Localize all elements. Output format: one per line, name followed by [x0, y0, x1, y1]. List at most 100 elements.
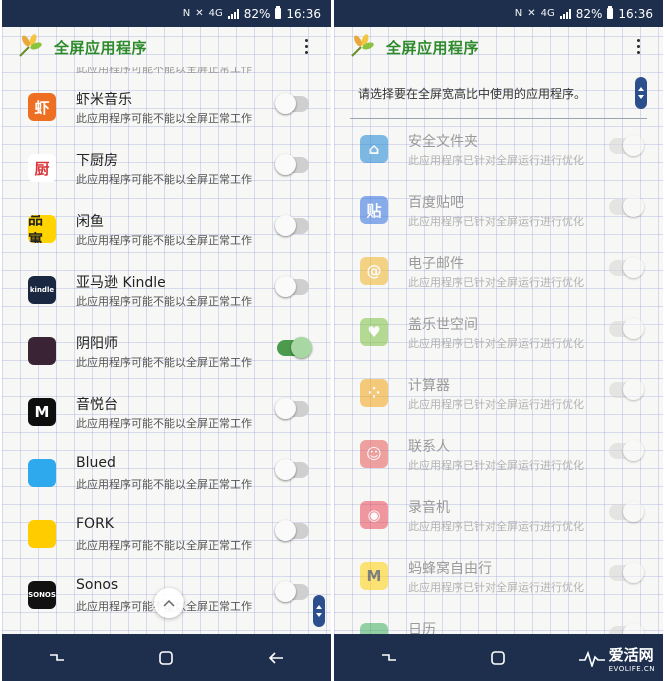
app-name: 虾米音乐 [76, 92, 132, 108]
fullscreen-toggle[interactable] [275, 215, 309, 236]
list-item[interactable]: 阴阳师此应用程序可能不能以全屏正常工作 [2, 321, 331, 382]
yinyuetai-icon: M [28, 398, 56, 426]
network-type: 4G [208, 8, 223, 19]
fork-icon [28, 520, 56, 548]
toggle-knob [275, 276, 296, 297]
battery-icon [275, 6, 282, 19]
fullscreen-toggle[interactable] [275, 154, 309, 175]
nfc-icon: N [514, 8, 523, 19]
app-status-text: 此应用程序已针对全屏运行进行优化 [408, 154, 584, 167]
more-options-icon[interactable] [637, 39, 641, 54]
left-screen: N ✕ 4G 82% 16:36 全屏应用程序 此应用程序可能不能以全屏正常工作… [2, 0, 331, 681]
toggle-knob [623, 501, 644, 522]
list-item[interactable]: 贴 百度贴吧此应用程序已针对全屏运行进行优化 [334, 180, 663, 241]
more-options-icon[interactable] [305, 39, 309, 54]
app-name: 联系人 [408, 439, 450, 455]
list-item[interactable]: Blued 此应用程序可能不能以全屏正常工作 [2, 443, 331, 504]
page-title: 全屏应用程序 [386, 38, 480, 57]
nfc-icon: N [182, 8, 191, 19]
toggle-knob [623, 257, 644, 278]
list-item[interactable]: ⁘ 计算器 此应用程序已针对全屏运行进行优化 [334, 363, 663, 424]
home-button[interactable] [151, 643, 181, 673]
toggle-knob [275, 93, 296, 114]
app-name: Blued [76, 455, 116, 471]
fullscreen-toggle[interactable] [275, 581, 309, 602]
xianyu-icon: 品寓 [28, 215, 56, 243]
fullscreen-toggle[interactable] [275, 520, 309, 541]
app-logo-icon [351, 34, 374, 57]
list-item[interactable]: M 音悦台 此应用程序可能不能以全屏正常工作 [2, 382, 331, 443]
list-item[interactable]: FORK 此应用程序可能不能以全屏正常工作 [2, 504, 331, 565]
list-item[interactable]: @ 电子邮件 此应用程序已针对全屏运行进行优化 [334, 241, 663, 302]
page-title: 全屏应用程序 [54, 38, 148, 57]
recent-apps-icon [49, 653, 64, 661]
battery-percent: 82% [575, 6, 603, 21]
mute-icon: ✕ [195, 8, 204, 19]
list-item[interactable]: 厨 下厨房 此应用程序可能不能以全屏正常工作 [2, 138, 331, 199]
app-status-text: 此应用程序可能不能以全屏正常工作 [76, 539, 252, 552]
list-item[interactable]: ◉ 录音机 此应用程序已针对全屏运行进行优化 [334, 485, 663, 546]
toggle-knob [623, 562, 644, 583]
home-button[interactable] [483, 643, 513, 673]
voice-recorder-icon: ◉ [360, 501, 388, 529]
toggle-knob [275, 154, 296, 175]
list-item[interactable]: ♥ 盖乐世空间 此应用程序已针对全屏运行进行优化 [334, 302, 663, 363]
fullscreen-toggle[interactable] [277, 337, 312, 358]
app-status-text: 此应用程序可能不能以全屏正常工作 [76, 478, 252, 491]
list-item[interactable]: 品寓 闲鱼 此应用程序可能不能以全屏正常工作 [2, 199, 331, 260]
fullscreen-toggle[interactable] [275, 276, 309, 297]
app-name: 闲鱼 [76, 214, 104, 230]
app-name: 阴阳师 [76, 336, 118, 352]
list-item[interactable]: ☺ 联系人 此应用程序已针对全屏运行进行优化 [334, 424, 663, 485]
app-logo-icon [19, 34, 42, 57]
app-status-text: 此应用程序可能不能以全屏正常工作 [76, 356, 252, 369]
app-name: 盖乐世空间 [408, 317, 478, 333]
list-item[interactable]: kindle 亚马逊 Kindle 此应用程序可能不能以全屏正常工作 [2, 260, 331, 321]
fullscreen-toggle [609, 440, 644, 461]
fullscreen-toggle[interactable] [275, 93, 309, 114]
home-icon [159, 650, 174, 665]
app-name: 亚马逊 Kindle [76, 275, 166, 291]
status-bar: N ✕ 4G 82% 16:36 [334, 0, 663, 27]
secure-folder-icon: ⌂ [360, 135, 388, 163]
clock: 16:36 [618, 6, 653, 21]
yinyangshi-icon [28, 337, 56, 365]
app-status-text: 此应用程序已针对全屏运行进行优化 [408, 215, 584, 228]
home-icon [491, 650, 506, 665]
fullscreen-toggle[interactable] [275, 459, 309, 480]
scroll-to-top-button[interactable] [154, 588, 184, 618]
calculator-icon: ⁘ [360, 379, 388, 407]
scroll-handle[interactable] [313, 595, 325, 627]
battery-percent: 82% [243, 6, 271, 21]
app-bar: 全屏应用程序 [334, 27, 663, 67]
list-item[interactable]: ⌂ 安全文件夹 此应用程序已针对全屏运行进行优化 [334, 119, 663, 180]
galaxy-space-icon: ♥ [360, 318, 388, 346]
app-status-text: 此应用程序已针对全屏运行进行优化 [408, 581, 584, 594]
toggle-knob [623, 318, 644, 339]
app-status-text: 此应用程序可能不能以全屏正常工作 [76, 417, 252, 430]
toggle-knob [623, 440, 644, 461]
scroll-handle[interactable] [635, 77, 647, 109]
app-name: 蚂蜂窝自由行 [408, 561, 492, 577]
app-name: 百度贴吧 [408, 195, 464, 211]
recent-apps-button[interactable] [374, 643, 404, 673]
app-name: 计算器 [408, 378, 450, 394]
navigation-bar [2, 634, 331, 681]
recent-apps-button[interactable] [42, 643, 72, 673]
mute-icon: ✕ [527, 8, 536, 19]
status-bar: N ✕ 4G 82% 16:36 [2, 0, 331, 27]
email-icon: @ [360, 257, 388, 285]
back-button[interactable] [261, 643, 291, 673]
baidu-tieba-icon: 贴 [360, 196, 388, 224]
toggle-knob [291, 337, 312, 358]
list-item[interactable]: M 蚂蜂窝自由行 此应用程序已针对全屏运行进行优化 [334, 546, 663, 607]
fullscreen-toggle [609, 196, 644, 217]
recent-apps-icon [381, 653, 396, 661]
instruction-text: 请选择要在全屏宽高比中使用的应用程序。 [358, 87, 587, 101]
list-item[interactable]: 虾 虾米音乐 此应用程序可能不能以全屏正常工作 [2, 77, 331, 138]
fullscreen-toggle [609, 257, 644, 278]
app-name: Sonos [76, 577, 119, 593]
fullscreen-toggle [609, 135, 644, 156]
app-name: FORK [76, 516, 114, 532]
fullscreen-toggle[interactable] [275, 398, 309, 419]
